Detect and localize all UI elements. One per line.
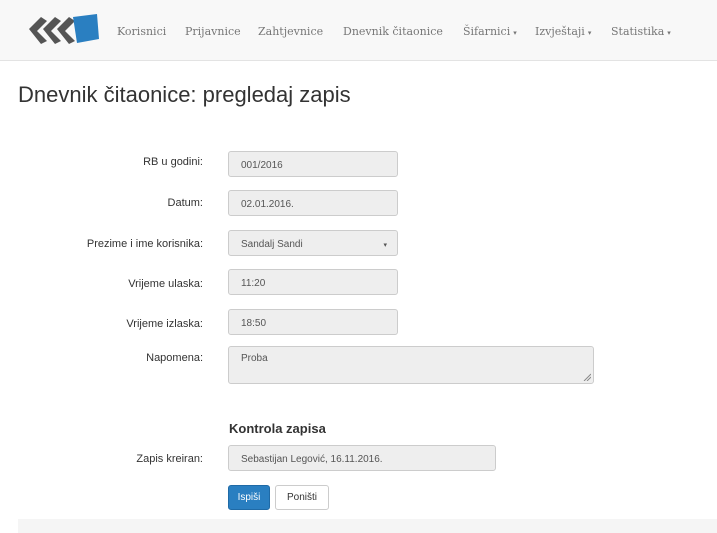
navbar: Korisnici Prijavnice Zahtjevnice Dnevnik… xyxy=(0,0,717,61)
napomena-textarea[interactable]: Proba xyxy=(228,346,594,384)
ispisi-button[interactable]: Ispiši xyxy=(228,485,270,510)
korisnik-label: Prezime i ime korisnika: xyxy=(86,238,203,250)
nav-korisnici[interactable]: Korisnici xyxy=(117,25,166,38)
korisnik-select[interactable]: Sandalj Sandi ▾ xyxy=(228,230,398,256)
izlazak-label: Vrijeme izlaska: xyxy=(126,318,203,330)
caret-down-icon: ▾ xyxy=(587,29,592,37)
nav-statistika-dropdown[interactable]: Statistika ▾ xyxy=(611,25,671,38)
ponisti-button[interactable]: Poništi xyxy=(275,485,329,510)
logo[interactable] xyxy=(19,11,103,47)
napomena-label: Napomena: xyxy=(146,352,203,364)
korisnik-select-value: Sandalj Sandi xyxy=(241,239,303,250)
kreiran-field: Sebastijan Legović, 16.11.2016. xyxy=(228,445,496,471)
page-title: Dnevnik čitaonice: pregledaj zapis xyxy=(18,82,351,107)
nav-prijavnice[interactable]: Prijavnice xyxy=(185,25,241,38)
nav-zahtjevnice[interactable]: Zahtjevnice xyxy=(258,25,323,38)
napomena-value: Proba xyxy=(241,353,268,364)
nav-izvjestaji-dropdown[interactable]: Izvještaji ▾ xyxy=(535,25,591,38)
kreiran-label: Zapis kreiran: xyxy=(136,453,203,465)
datum-label: Datum: xyxy=(167,197,203,209)
datum-field[interactable]: 02.01.2016. xyxy=(228,190,398,216)
resize-handle-icon[interactable] xyxy=(583,373,591,381)
nav-dnevnik-citaonice[interactable]: Dnevnik čitaonice xyxy=(343,25,443,38)
caret-down-icon: ▾ xyxy=(513,29,517,37)
nav-sifarnici-dropdown[interactable]: Šifarnici ▾ xyxy=(463,25,517,38)
rb-field[interactable]: 001/2016 xyxy=(228,151,398,177)
chevron-down-icon: ▾ xyxy=(383,242,387,249)
rb-label: RB u godini: xyxy=(143,156,203,168)
ulazak-field[interactable]: 11:20 xyxy=(228,269,398,295)
ulazak-label: Vrijeme ulaska: xyxy=(128,278,203,290)
caret-down-icon: ▾ xyxy=(667,29,671,37)
kontrola-zapisa-heading: Kontrola zapisa xyxy=(229,421,326,436)
izlazak-field[interactable]: 18:50 xyxy=(228,309,398,335)
